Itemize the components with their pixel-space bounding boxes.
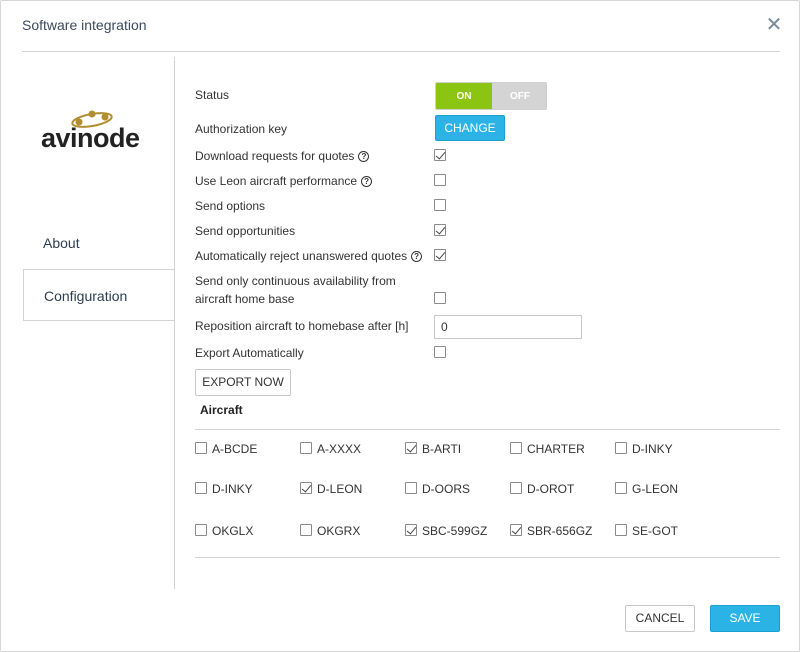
aircraft-label: A-BCDE: [212, 442, 258, 456]
send-options-checkbox[interactable]: [434, 199, 446, 211]
aircraft-label: SE-GOT: [632, 524, 679, 538]
aircraft-label: D-LEON: [317, 482, 363, 496]
download-requests-label: Download requests for quotes?: [195, 149, 370, 163]
aircraft-checkbox[interactable]: [300, 482, 312, 494]
send-options-label: Send options: [195, 199, 266, 213]
send-opportunities-label: Send opportunities: [195, 224, 296, 238]
leon-performance-checkbox[interactable]: [434, 174, 446, 186]
continuous-availability-label-line2: aircraft home base: [195, 292, 295, 306]
aircraft-label: D-INKY: [212, 482, 253, 496]
aircraft-label: SBR-656GZ: [527, 524, 593, 538]
export-automatically-label: Export Automatically: [195, 346, 304, 360]
export-now-button[interactable]: EXPORT NOW: [195, 369, 291, 396]
aircraft-label: A-XXXX: [317, 442, 362, 456]
title-divider: [22, 51, 780, 52]
aircraft-label: OKGLX: [212, 524, 254, 538]
aircraft-checkbox[interactable]: [195, 524, 207, 536]
aircraft-label: SBC-599GZ: [422, 524, 488, 538]
dialog-title: Software integration: [22, 17, 147, 33]
export-automatically-checkbox[interactable]: [434, 346, 446, 358]
tab-configuration[interactable]: Configuration: [23, 269, 175, 321]
aircraft-label: B-ARTI: [422, 442, 462, 456]
auto-reject-label: Automatically reject unanswered quotes?: [195, 249, 423, 263]
aircraft-checkbox[interactable]: [405, 482, 417, 494]
aircraft-checkbox[interactable]: [405, 524, 417, 536]
reposition-hours-input[interactable]: [434, 315, 582, 339]
aircraft-label: CHARTER: [527, 442, 585, 456]
download-requests-checkbox[interactable]: [434, 149, 446, 161]
change-key-button[interactable]: CHANGE: [435, 115, 505, 141]
status-toggle[interactable]: ON OFF: [435, 82, 547, 110]
aircraft-checkbox[interactable]: [195, 442, 207, 454]
aircraft-divider: [195, 429, 780, 430]
leon-performance-label: Use Leon aircraft performance?: [195, 174, 373, 188]
aircraft-label: D-INKY: [632, 442, 673, 456]
aircraft-checkbox[interactable]: [510, 524, 522, 536]
logo-text: avinode: [41, 123, 140, 153]
aircraft-label: D-OORS: [422, 482, 470, 496]
save-button[interactable]: SAVE: [710, 605, 780, 632]
aircraft-section-title: Aircraft: [200, 403, 243, 417]
aircraft-checkbox[interactable]: [405, 442, 417, 454]
continuous-availability-checkbox[interactable]: [434, 292, 446, 304]
aircraft-checkbox[interactable]: [615, 442, 627, 454]
send-opportunities-checkbox[interactable]: [434, 224, 446, 236]
aircraft-checkbox[interactable]: [615, 482, 627, 494]
software-integration-dialog: Software integration ✕ avinode About Con…: [0, 0, 800, 652]
cancel-button[interactable]: CANCEL: [625, 605, 695, 632]
aircraft-label: G-LEON: [632, 482, 679, 496]
aircraft-checkbox[interactable]: [195, 482, 207, 494]
aircraft-checkbox[interactable]: [510, 482, 522, 494]
tab-about[interactable]: About: [23, 217, 175, 269]
status-on-option[interactable]: ON: [436, 83, 492, 109]
help-icon[interactable]: ?: [358, 151, 370, 162]
avinode-logo: avinode: [41, 109, 161, 155]
authorization-key-label: Authorization key: [195, 122, 288, 136]
sidebar-divider: [174, 57, 175, 589]
auto-reject-checkbox[interactable]: [434, 249, 446, 261]
close-icon[interactable]: ✕: [764, 15, 784, 35]
aircraft-label: OKGRX: [317, 524, 361, 538]
status-label: Status: [195, 88, 230, 102]
reposition-label: Reposition aircraft to homebase after [h…: [195, 319, 409, 333]
help-icon[interactable]: ?: [361, 176, 373, 187]
continuous-availability-label-line1: Send only continuous availability from: [195, 274, 396, 288]
aircraft-checkbox[interactable]: [510, 442, 522, 454]
aircraft-checkbox[interactable]: [615, 524, 627, 536]
aircraft-checkbox[interactable]: [300, 524, 312, 536]
aircraft-bottom-divider: [195, 557, 780, 558]
help-icon[interactable]: ?: [411, 251, 423, 262]
status-off-option[interactable]: OFF: [492, 83, 546, 109]
aircraft-label: D-OROT: [527, 482, 575, 496]
aircraft-checkbox[interactable]: [300, 442, 312, 454]
